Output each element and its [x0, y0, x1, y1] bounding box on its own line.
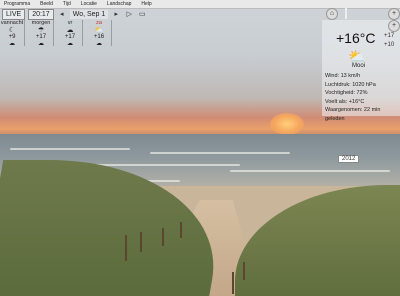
forecast-item[interactable]: vr ☁ +17 ☁ [58, 20, 83, 47]
next-day-icon[interactable]: ▸ [111, 10, 121, 19]
forecast-item[interactable]: vannacht ☾ +9 ☁ [0, 20, 25, 47]
menu-programma[interactable]: Programma [0, 0, 36, 8]
fence-post [140, 232, 142, 252]
menu-help[interactable]: Help [137, 0, 157, 8]
add-location-icon[interactable]: + [388, 20, 400, 32]
sun [270, 113, 304, 135]
high-low: +17 +10 [384, 32, 394, 50]
home-icon[interactable]: ⌂ [326, 8, 338, 20]
high-temp: +17 [384, 33, 395, 39]
forecast-item[interactable]: za ⛅ +16 ☁ [87, 20, 112, 47]
cloud-icon: ☁ [66, 27, 74, 34]
live-button[interactable]: LIVE [2, 8, 26, 20]
humidity-row: Vochtigheid: 72% [325, 90, 368, 96]
forecast-label: za [96, 20, 102, 26]
forecast-item[interactable]: morgen ☂ +17 ☁ [29, 20, 54, 47]
observation-row: Waargenomen: 22 min geleden [325, 107, 381, 122]
weather-details: Wind: 13 km/h Luchtdruk: 1020 hPa Vochti… [325, 72, 400, 123]
add-icon[interactable]: + [388, 8, 400, 20]
fence-post [125, 235, 127, 261]
calendar-icon[interactable]: ▭ [137, 10, 147, 19]
play-icon[interactable]: ▷ [124, 10, 134, 19]
cloud-icon: ☁ [67, 41, 73, 47]
pressure-row: Luchtdruk: 1020 hPa [325, 81, 376, 88]
date-display[interactable]: Wo, Sep 1 [69, 9, 109, 19]
current-temperature: +16°C [336, 30, 376, 46]
cloud-icon: ☁ [9, 41, 15, 47]
fence-post [162, 228, 164, 246]
fence-post [232, 272, 234, 294]
sign-label: 2012 [338, 155, 360, 163]
time-slider[interactable] [345, 7, 347, 19]
condition-text: Mooi [352, 63, 366, 69]
wind-row: Wind: 13 km/h [325, 73, 361, 79]
forecast-label: morgen [31, 20, 51, 26]
forecast-strip: vannacht ☾ +9 ☁ morgen ☂ +17 ☁ vr ☁ +17 … [0, 20, 116, 47]
forecast-label: vr [67, 20, 73, 26]
menu-beeld[interactable]: Beeld [36, 0, 59, 8]
fence-post [180, 222, 182, 238]
cloud-icon: ☁ [38, 41, 44, 47]
toolbar: LIVE 20:17 ◂ Wo, Sep 1 ▸ ▷ ▭ [0, 8, 322, 20]
moon-icon: ☾ [8, 27, 16, 34]
prev-day-icon[interactable]: ◂ [57, 10, 67, 19]
cloud-icon: ☁ [96, 41, 102, 47]
feels-like-row: Voelt als: +16°C [325, 98, 365, 105]
sun-cloud-icon: ⛅ [94, 27, 104, 34]
cloud-rain-icon: ☂ [37, 27, 45, 34]
time-display[interactable]: 20:17 [28, 8, 54, 20]
menu-locatie[interactable]: Locatie [77, 0, 103, 8]
forecast-label: vannacht [0, 20, 24, 26]
low-temp: +10 [384, 42, 395, 48]
fence-post [243, 262, 245, 280]
menu-tijd[interactable]: Tijd [59, 0, 77, 8]
menu-landschap[interactable]: Landschap [103, 0, 137, 8]
